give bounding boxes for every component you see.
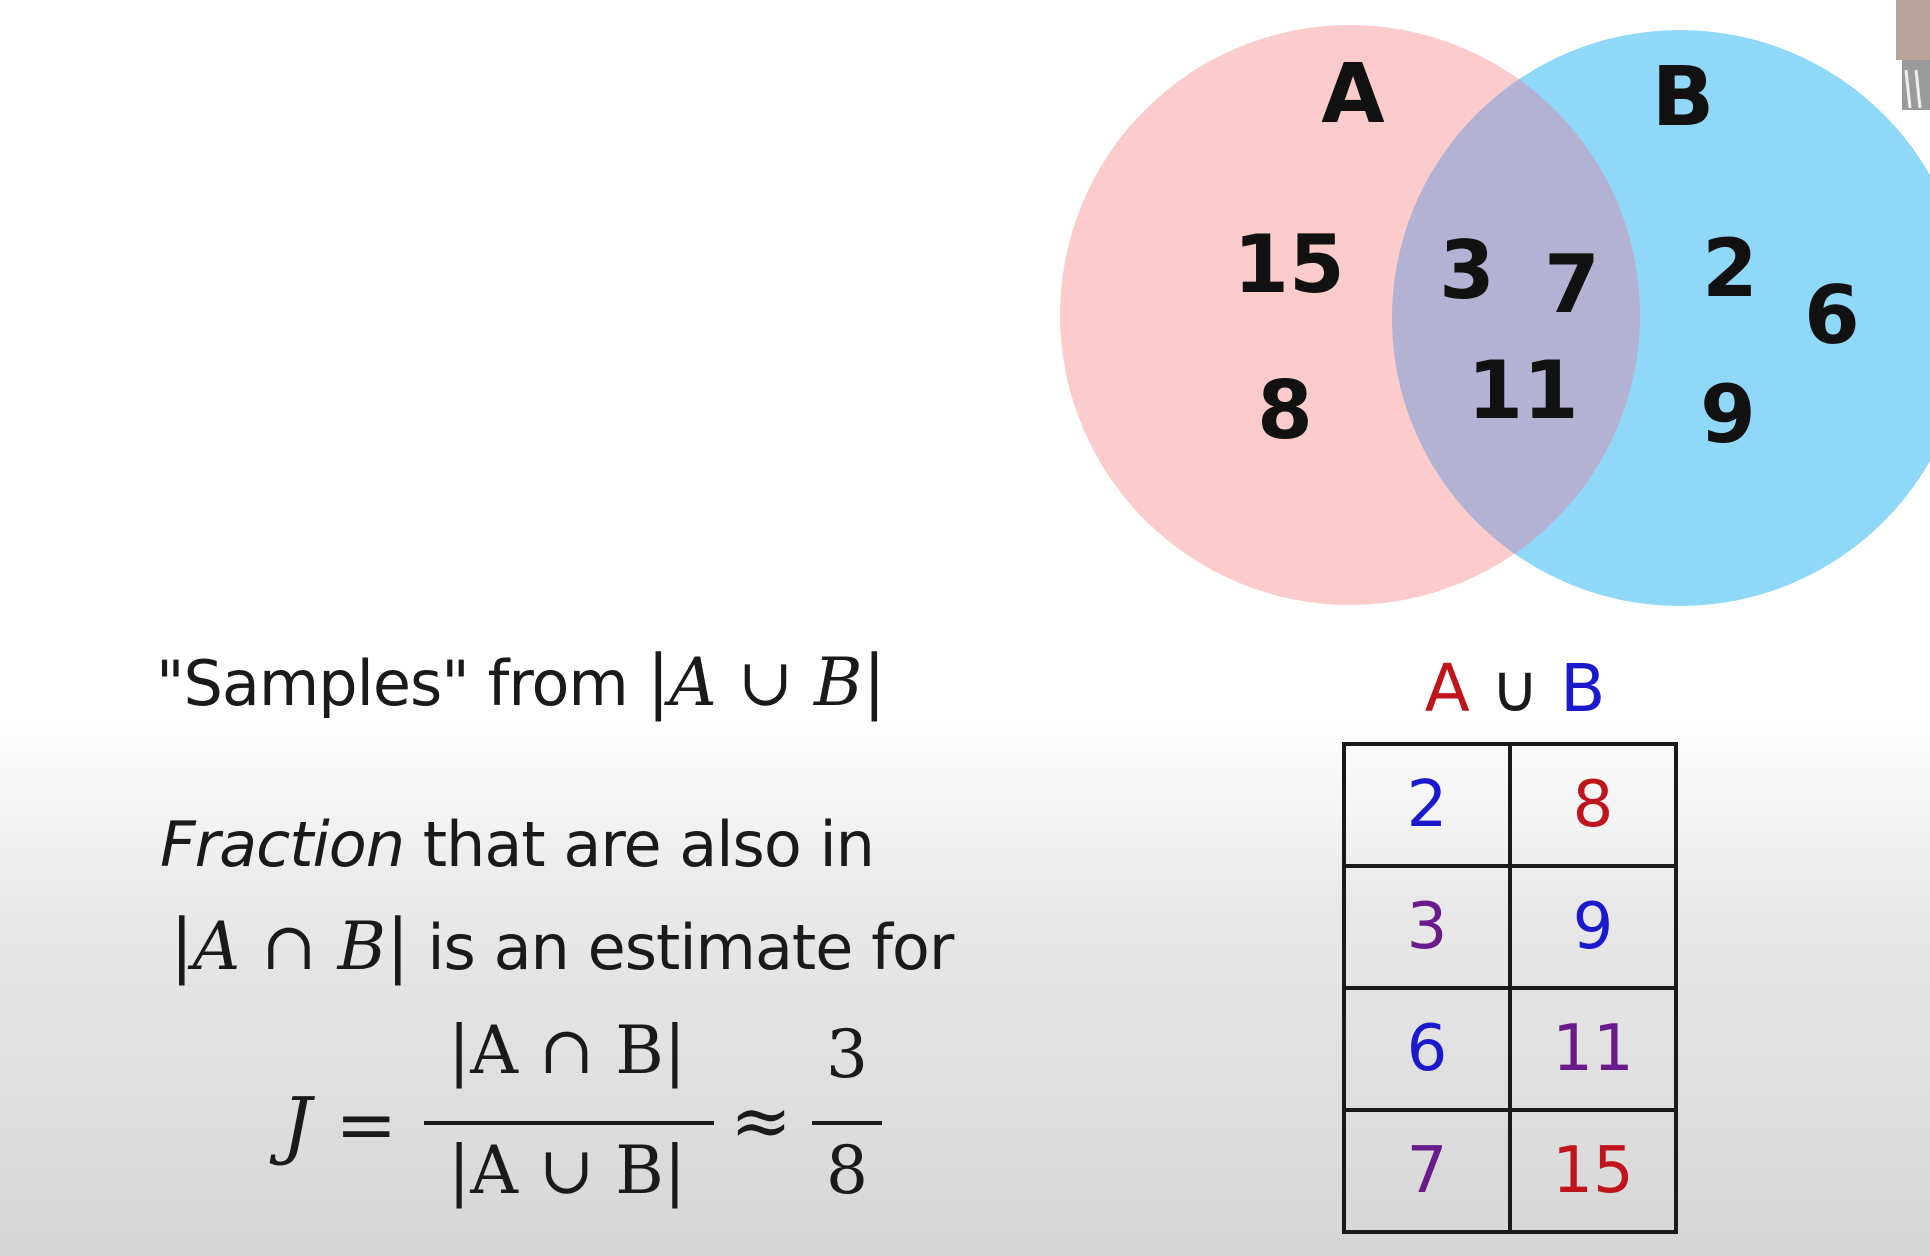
union-table-cell: 15 xyxy=(1508,1108,1678,1234)
venn-value-both: 7 xyxy=(1544,238,1600,331)
samples-line: "Samples" from |A ∪ B| xyxy=(156,640,887,722)
union-table-cell: 9 xyxy=(1508,864,1678,990)
table-row: 6 11 xyxy=(1342,986,1678,1112)
union-table-cell: 3 xyxy=(1342,864,1512,990)
estimate-numerator: 3 xyxy=(826,1016,868,1093)
samples-prefix: "Samples" from xyxy=(156,647,647,720)
union-table-cell: 6 xyxy=(1342,986,1512,1112)
venn-value-a-only: 15 xyxy=(1233,218,1344,311)
formula-denominator: |A ∪ B| xyxy=(448,1132,686,1209)
fraction-word: Fraction xyxy=(160,808,405,881)
equals-sign: = xyxy=(335,1082,398,1168)
intersection-math: A ∩ B xyxy=(192,908,387,985)
union-table-title: A ∪ B xyxy=(1410,650,1620,727)
abs-bar-right: | xyxy=(386,904,410,986)
union-title-operator: ∪ xyxy=(1490,650,1540,727)
union-title-b: B xyxy=(1560,650,1606,727)
table-row: 7 15 xyxy=(1342,1108,1678,1234)
venn-value-b-only: 6 xyxy=(1804,269,1860,362)
abs-bar-right: | xyxy=(862,640,887,722)
set-b-label: B xyxy=(1652,50,1715,145)
corner-image-fragment xyxy=(1896,0,1930,110)
venn-diagram: A B 15 8 3 7 11 2 6 9 xyxy=(1060,25,1930,606)
table-row: 28 xyxy=(1342,742,1678,868)
union-table: 2 8 3 9 6 11 7 15 xyxy=(1342,742,1678,1234)
venn-value-a-only: 8 xyxy=(1257,364,1313,457)
venn-value-both: 11 xyxy=(1467,344,1578,437)
union-title-a: A xyxy=(1424,650,1470,727)
union-table-cell: 8 xyxy=(1508,742,1678,868)
set-a-label: A xyxy=(1321,47,1385,142)
venn-value-b-only: 9 xyxy=(1700,368,1756,461)
estimate-rest: is an estimate for xyxy=(408,911,954,984)
abs-bar-left: | xyxy=(646,640,671,722)
approx-sign: ≈ xyxy=(730,1078,793,1164)
jaccard-formula: J = |A ∩ B| |A ∪ B| ≈ 3 8 xyxy=(282,1012,882,1240)
formula-lhs: J = xyxy=(282,1082,397,1168)
estimate-line: |A ∩ B| is an estimate for xyxy=(170,904,954,986)
fraction-line: Fraction that are also in xyxy=(160,808,875,881)
table-row: 39 xyxy=(1342,864,1678,990)
fraction-bar xyxy=(424,1121,714,1125)
union-table-cell: 7 xyxy=(1342,1108,1512,1234)
venn-value-both: 3 xyxy=(1439,224,1495,317)
estimate-denominator: 8 xyxy=(826,1132,868,1209)
union-table-cell: 2 xyxy=(1342,742,1512,868)
jaccard-symbol: J xyxy=(282,1082,312,1168)
abs-bar-left: | xyxy=(170,904,194,986)
fraction-rest: that are also in xyxy=(404,808,875,881)
union-table-cell: 11 xyxy=(1508,986,1678,1112)
formula-numerator: |A ∩ B| xyxy=(448,1012,686,1089)
estimate-fraction-bar xyxy=(812,1121,882,1125)
venn-value-b-only: 2 xyxy=(1702,222,1758,315)
samples-union-math: A ∪ B xyxy=(669,644,863,721)
